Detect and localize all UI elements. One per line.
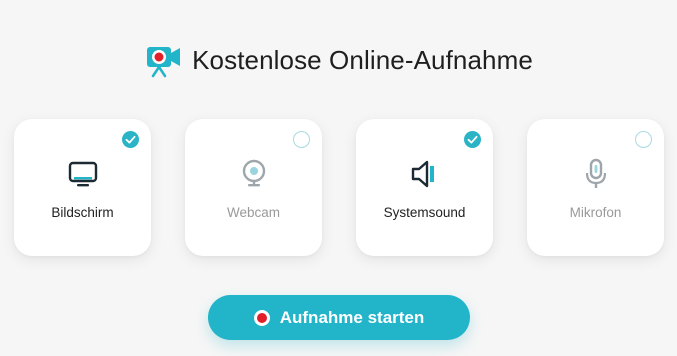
header: Kostenlose Online-Aufnahme: [0, 40, 677, 80]
option-label: Bildschirm: [51, 205, 114, 220]
start-recording-button[interactable]: Aufnahme starten: [208, 295, 470, 340]
option-card-bildschirm[interactable]: Bildschirm: [14, 119, 151, 256]
unchecked-circle-icon[interactable]: [293, 131, 310, 148]
checkmark-icon[interactable]: [122, 131, 139, 148]
option-card-webcam[interactable]: Webcam: [185, 119, 322, 256]
page-title: Kostenlose Online-Aufnahme: [192, 44, 533, 75]
option-card-mikrofon[interactable]: Mikrofon: [527, 119, 664, 256]
speaker-icon: [411, 160, 434, 188]
monitor-icon: [68, 161, 97, 187]
recorder-page: Kostenlose Online-Aufnahme Bildschirm We…: [0, 0, 677, 356]
option-card-systemsound[interactable]: Systemsound: [356, 119, 493, 256]
camera-recorder-icon: [147, 47, 181, 78]
option-label: Systemsound: [383, 205, 466, 220]
option-label: Webcam: [226, 205, 281, 220]
option-label: Mikrofon: [569, 205, 622, 220]
unchecked-circle-icon[interactable]: [635, 131, 652, 148]
microphone-icon: [585, 158, 606, 188]
start-recording-label: Aufnahme starten: [279, 307, 425, 327]
record-dot-icon: [253, 309, 270, 326]
checkmark-icon[interactable]: [464, 131, 481, 148]
webcam-icon: [242, 159, 265, 187]
